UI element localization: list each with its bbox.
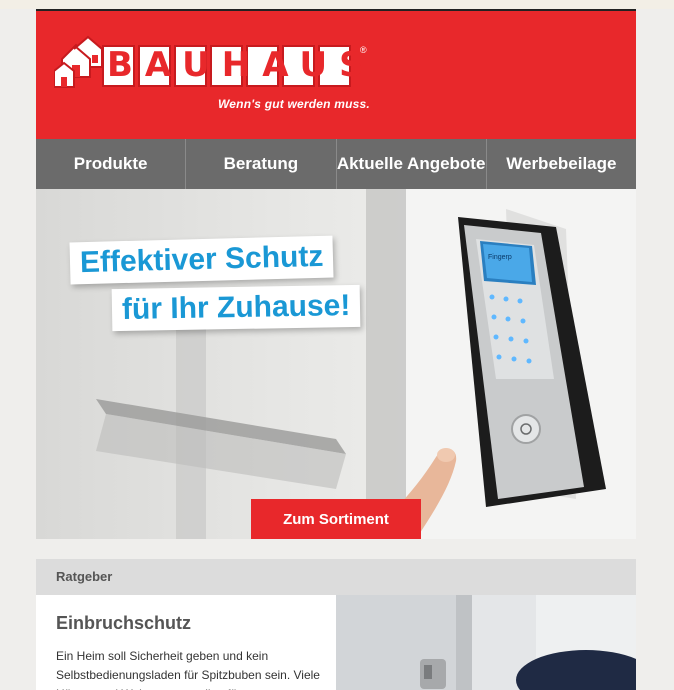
house-icon bbox=[54, 35, 103, 88]
newsletter-container: BAUHAUS ® Wenn's gut werden muss. Produk… bbox=[36, 9, 636, 690]
hero-headline-line-2: für Ihr Zuhause! bbox=[111, 284, 361, 332]
main-nav: Produkte Beratung Aktuelle Angebote Werb… bbox=[36, 139, 636, 189]
hero-banner[interactable]: Fingerp Effektiver Schutz für Ihr Zuhaus… bbox=[36, 189, 636, 539]
article-title[interactable]: Einbruchschutz bbox=[56, 613, 191, 634]
header: BAUHAUS ® Wenn's gut werden muss. bbox=[36, 9, 636, 139]
article-image[interactable] bbox=[336, 595, 636, 690]
section-header: Ratgeber bbox=[36, 559, 636, 595]
nav-item-beratung[interactable]: Beratung bbox=[186, 139, 337, 189]
article-body: Ein Heim soll Sicherheit geben und kein … bbox=[56, 649, 320, 690]
device-screen-text: Fingerp bbox=[488, 254, 512, 261]
brand-name: BAUHAUS bbox=[107, 45, 376, 85]
nav-item-produkte[interactable]: Produkte bbox=[36, 139, 187, 189]
brand-tagline: Wenn's gut werden muss. bbox=[218, 97, 370, 111]
article-teaser[interactable]: Einbruchschutz Ein Heim soll Sicherheit … bbox=[36, 595, 336, 690]
zum-sortiment-button[interactable]: Zum Sortiment bbox=[251, 499, 421, 539]
section-spacer bbox=[36, 539, 636, 559]
bauhaus-logo[interactable]: BAUHAUS ® bbox=[54, 31, 376, 91]
nav-item-aktuelle-angebote[interactable]: Aktuelle Angebote bbox=[337, 139, 487, 189]
door-lock-image bbox=[336, 595, 636, 690]
top-strip bbox=[0, 0, 674, 9]
section-label: Ratgeber bbox=[56, 569, 113, 584]
registered-mark: ® bbox=[360, 45, 367, 55]
hero-headline-line-1: Effektiver Schutz bbox=[69, 235, 334, 285]
nav-item-werbebeilage[interactable]: Werbebeilage bbox=[487, 139, 636, 189]
